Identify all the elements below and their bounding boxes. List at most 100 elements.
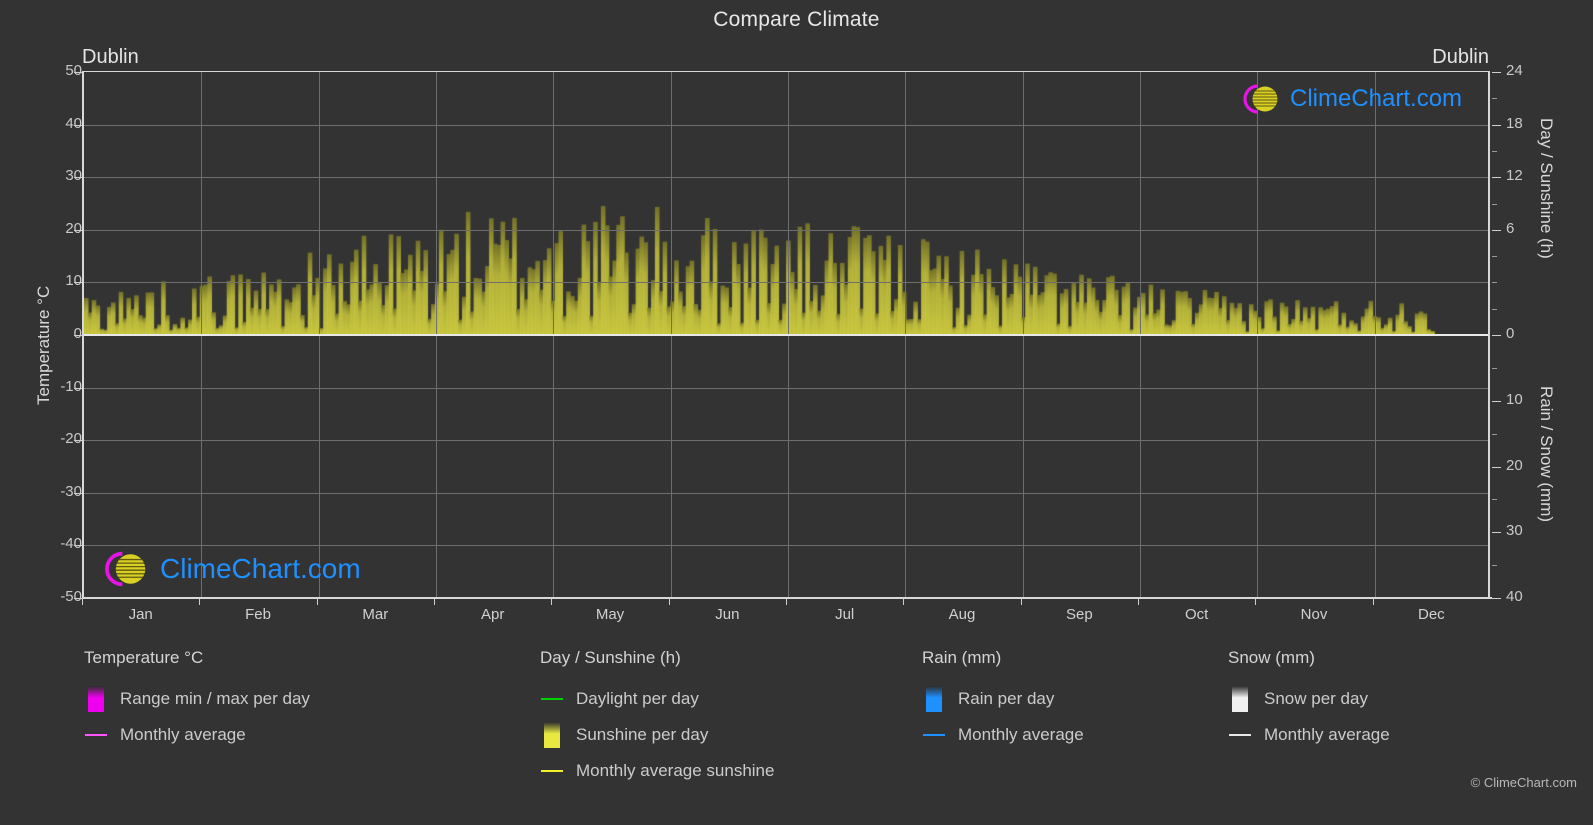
tick-mark xyxy=(1492,124,1501,126)
x-axis-tick: Dec xyxy=(1417,606,1445,623)
gridline-horizontal xyxy=(84,387,1488,389)
tick-mark xyxy=(1138,598,1139,605)
gridline-horizontal xyxy=(84,177,1488,179)
legend-key-glyph xyxy=(544,722,560,748)
gridline-horizontal xyxy=(84,492,1488,494)
tick-mark xyxy=(551,598,553,605)
x-axis-tick: Aug xyxy=(948,606,976,623)
tick-mark xyxy=(74,440,82,442)
legend-heading: Day / Sunshine (h) xyxy=(540,648,681,667)
legend-label: Monthly average xyxy=(120,725,246,744)
legend-key-glyph xyxy=(1229,734,1251,736)
x-axis-tick: Jun xyxy=(715,606,740,623)
legend-key-glyph xyxy=(88,686,104,712)
x-axis-tick: Jul xyxy=(835,606,855,623)
y-axis-tick-right: 0 xyxy=(1506,325,1515,342)
tick-mark xyxy=(1492,177,1501,179)
legend-label: Range min / max per day xyxy=(120,689,310,708)
tick-mark xyxy=(74,598,82,599)
legend-line-icon xyxy=(1228,723,1252,747)
gridline-horizontal xyxy=(84,440,1488,442)
page-title: Compare Climate xyxy=(713,8,880,31)
climechart-logo-icon xyxy=(1243,84,1278,114)
tick-mark-minor xyxy=(1492,308,1497,310)
legend-item[interactable]: Monthly average xyxy=(84,717,310,753)
tick-mark xyxy=(786,598,787,605)
y-axis-title-right-bottom: Rain / Snow (mm) xyxy=(1537,386,1556,523)
legend-key-glyph xyxy=(85,734,107,736)
tick-mark-minor xyxy=(1492,367,1497,369)
legend-swatch-icon xyxy=(540,722,564,748)
tick-mark xyxy=(82,598,83,605)
x-axis-tick: May xyxy=(595,606,625,623)
climate-chart-plot xyxy=(82,72,1490,598)
tick-mark xyxy=(1255,598,1257,605)
legend-item[interactable]: Monthly average xyxy=(1228,717,1390,753)
tick-mark xyxy=(1492,466,1501,468)
tick-mark xyxy=(199,598,201,605)
y-axis-tick-left: -50 xyxy=(60,588,82,605)
legend-line-icon xyxy=(540,687,564,711)
legend-label: Sunshine per day xyxy=(576,725,709,744)
watermark-logo-top: ClimeChart.com xyxy=(1234,82,1462,116)
tick-mark-minor xyxy=(1492,203,1497,205)
x-axis-tick: Feb xyxy=(245,606,271,623)
city-label-left: Dublin xyxy=(82,46,139,68)
tick-mark xyxy=(74,282,82,284)
tick-mark xyxy=(1492,400,1501,402)
legend-item[interactable]: Range min / max per day xyxy=(84,681,310,717)
tick-mark-minor xyxy=(1492,282,1497,284)
tick-mark xyxy=(1492,598,1501,599)
legend-item[interactable]: Snow per day xyxy=(1228,681,1390,717)
y-axis-tick-left: 20 xyxy=(65,219,82,237)
tick-mark-minor xyxy=(1492,256,1497,258)
legend-label: Snow per day xyxy=(1264,689,1368,708)
x-axis-tick: Mar xyxy=(362,606,389,623)
tick-mark xyxy=(74,387,82,389)
gridline-horizontal xyxy=(84,124,1488,126)
tick-mark-minor xyxy=(1492,98,1497,100)
y-axis-tick-left: 50 xyxy=(65,62,82,79)
tick-mark xyxy=(1492,335,1501,336)
y-axis-tick-right: 40 xyxy=(1506,588,1523,605)
gridline-horizontal xyxy=(84,545,1488,547)
gridline-horizontal xyxy=(84,282,1488,284)
tick-mark xyxy=(74,492,82,494)
legend-column: Snow (mm) Snow per day Monthly average xyxy=(1228,648,1390,753)
tick-mark-minor xyxy=(1492,433,1497,435)
tick-mark xyxy=(74,177,82,179)
x-axis-tick: Oct xyxy=(1184,606,1209,623)
legend-label: Monthly average sunshine xyxy=(576,761,775,780)
legend-line-icon xyxy=(922,723,946,747)
tick-mark xyxy=(1492,532,1501,534)
legend-line-icon xyxy=(84,723,108,747)
legend-label: Monthly average xyxy=(958,725,1084,744)
y-axis-tick-right: 24 xyxy=(1506,62,1523,79)
tick-mark xyxy=(903,598,905,605)
legend-label: Monthly average xyxy=(1264,725,1390,744)
y-axis-title-right-top: Day / Sunshine (h) xyxy=(1537,118,1556,259)
tick-mark xyxy=(1492,72,1501,73)
y-axis-tick-left: -20 xyxy=(60,430,82,448)
y-axis-tick-right: 30 xyxy=(1506,522,1523,540)
legend-item[interactable]: Sunshine per day xyxy=(540,717,774,753)
x-axis-tick: Apr xyxy=(480,606,505,623)
tick-mark xyxy=(74,124,82,126)
legend-column: Temperature °C Range min / max per day Mon… xyxy=(84,648,310,753)
copyright-notice: © ClimeChart.com xyxy=(1470,775,1577,790)
legend-item[interactable]: Rain per day xyxy=(922,681,1084,717)
logo-text: ClimeChart.com xyxy=(1290,85,1463,112)
legend-item[interactable]: Daylight per day xyxy=(540,681,774,717)
y-axis-title-left: Temperature °C xyxy=(34,285,53,405)
zero-baseline xyxy=(84,334,1488,336)
tick-mark xyxy=(1372,598,1374,605)
legend-column: Rain (mm) Rain per day Monthly average xyxy=(922,648,1084,753)
tick-mark xyxy=(74,229,82,231)
legend-line-icon xyxy=(540,759,564,783)
y-axis-tick-left: -30 xyxy=(60,482,82,500)
legend-item[interactable]: Monthly average xyxy=(922,717,1084,753)
x-axis-tick: Nov xyxy=(1300,606,1328,623)
legend-key-glyph xyxy=(1232,686,1248,712)
legend-key-glyph xyxy=(926,686,942,712)
legend-item[interactable]: Monthly average sunshine xyxy=(540,753,774,789)
